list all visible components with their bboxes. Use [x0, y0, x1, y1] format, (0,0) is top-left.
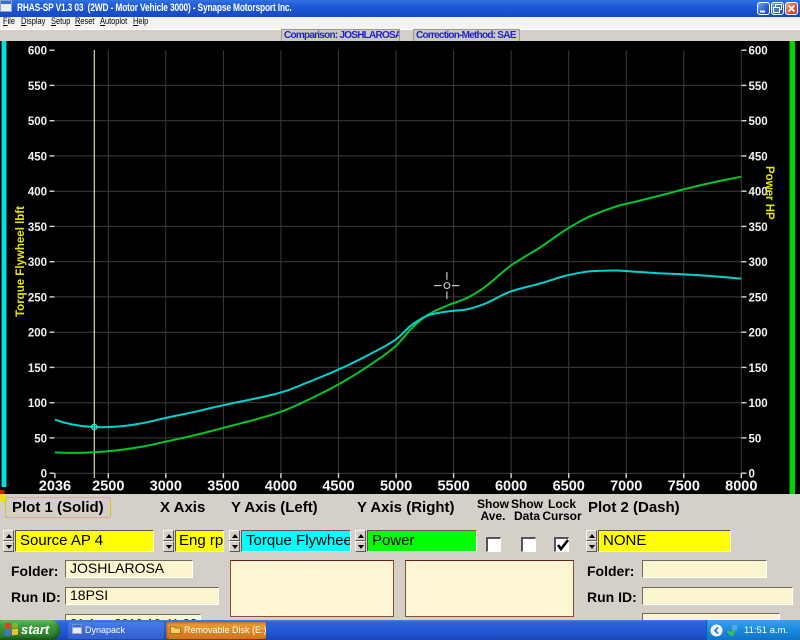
svg-text:300: 300 [749, 257, 768, 269]
svg-text:100: 100 [28, 398, 47, 410]
svg-text:550: 550 [28, 81, 47, 93]
svg-text:6500: 6500 [553, 479, 585, 495]
svg-text:200: 200 [28, 328, 47, 340]
svg-text:3000: 3000 [150, 479, 182, 495]
svg-text:4000: 4000 [265, 479, 297, 495]
svg-text:500: 500 [28, 116, 47, 128]
svg-text:8000: 8000 [725, 479, 757, 495]
svg-text:6000: 6000 [495, 479, 527, 495]
svg-text:550: 550 [749, 81, 768, 93]
svg-text:150: 150 [28, 363, 47, 375]
svg-text:200: 200 [749, 328, 768, 340]
svg-text:150: 150 [749, 363, 768, 375]
svg-text:300: 300 [28, 257, 47, 269]
svg-text:4500: 4500 [322, 479, 354, 495]
svg-text:50: 50 [34, 433, 47, 445]
svg-text:7500: 7500 [668, 479, 700, 495]
svg-text:2500: 2500 [92, 479, 124, 495]
svg-text:5000: 5000 [380, 479, 412, 495]
svg-text:350: 350 [28, 222, 47, 234]
svg-text:Power HP: Power HP [763, 166, 775, 220]
svg-text:250: 250 [28, 292, 47, 304]
svg-text:600: 600 [28, 46, 47, 58]
svg-text:5500: 5500 [437, 479, 469, 495]
svg-text:Torque Flywheel lbft: Torque Flywheel lbft [15, 206, 27, 317]
svg-text:7000: 7000 [610, 479, 642, 495]
svg-text:100: 100 [749, 398, 768, 410]
svg-text:400: 400 [28, 187, 47, 199]
svg-text:450: 450 [28, 151, 47, 163]
svg-text:450: 450 [749, 151, 768, 163]
svg-text:500: 500 [749, 116, 768, 128]
svg-text:600: 600 [749, 46, 768, 58]
svg-text:2036: 2036 [39, 479, 71, 495]
svg-text:350: 350 [749, 222, 768, 234]
svg-text:3500: 3500 [207, 479, 239, 495]
svg-text:50: 50 [749, 433, 762, 445]
svg-text:250: 250 [749, 292, 768, 304]
